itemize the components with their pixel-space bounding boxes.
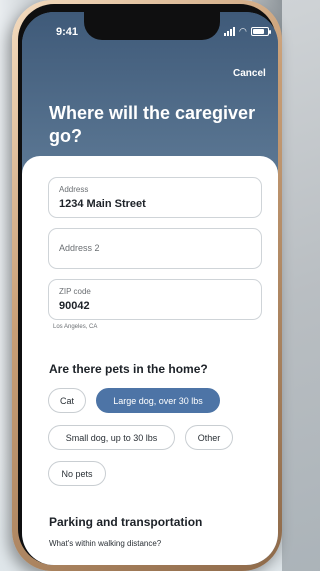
address2-field[interactable]: Address 2: [48, 228, 262, 269]
zip-city-hint: Los Angeles, CA: [53, 324, 98, 330]
battery-icon: [250, 27, 271, 36]
zip-field[interactable]: ZIP code 90042: [48, 279, 262, 320]
pet-option-other[interactable]: Other: [185, 425, 233, 450]
address-label: Address: [59, 185, 89, 194]
address-value: 1234 Main Street: [59, 198, 146, 210]
pet-option-label: Other: [197, 432, 221, 443]
pet-option-cat[interactable]: Cat: [48, 388, 86, 413]
notch: [84, 12, 220, 40]
pet-option-label: No pets: [61, 468, 93, 479]
address-field[interactable]: Address 1234 Main Street: [48, 177, 262, 218]
cancel-button[interactable]: Cancel: [233, 68, 266, 79]
status-icons: ◠: [224, 26, 271, 37]
pet-option-no-pets[interactable]: No pets: [48, 461, 106, 486]
pet-option-label: Large dog, over 30 lbs: [113, 395, 203, 406]
pet-option-label: Cat: [59, 395, 74, 406]
parking-title: Parking and transportation: [49, 515, 203, 529]
zip-value: 90042: [59, 300, 90, 312]
page-title: Where will the caregiver go?: [49, 103, 256, 146]
address2-placeholder: Address 2: [59, 243, 100, 253]
parking-subtitle: What's within walking distance?: [49, 539, 162, 548]
phone-screen: 9:41 ◠ Cancel Where will the caregiver g…: [22, 12, 278, 565]
pets-question: Are there pets in the home?: [49, 362, 208, 376]
wifi-icon: ◠: [239, 26, 247, 36]
zip-label: ZIP code: [59, 287, 91, 296]
status-time: 9:41: [56, 26, 79, 38]
signal-icon: [224, 27, 235, 36]
pet-option-label: Small dog, up to 30 lbs: [65, 432, 158, 443]
pet-option-large-dog[interactable]: Large dog, over 30 lbs: [96, 388, 220, 413]
pet-option-small-dog[interactable]: Small dog, up to 30 lbs: [48, 425, 175, 450]
